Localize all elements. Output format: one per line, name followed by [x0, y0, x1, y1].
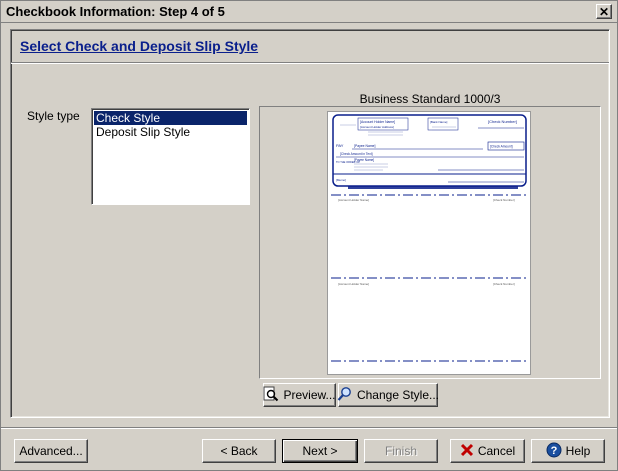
page-heading: Select Check and Deposit Slip Style — [20, 38, 259, 54]
check-payee: [Payee Name] — [354, 144, 376, 148]
check-amount-box: [Check Amount] — [490, 145, 513, 149]
help-question-icon: ? — [546, 442, 562, 461]
micr-line — [348, 186, 518, 189]
stub-left-label: [Account Holder Name] — [338, 198, 369, 202]
checkbook-wizard-window: Checkbook Information: Step 4 of 5 ✕ Sel… — [0, 0, 618, 471]
check-company-name: [Account Holder Name] — [360, 120, 395, 124]
finish-button: Finish — [364, 439, 438, 463]
style-type-listbox[interactable]: Check Style Deposit Slip Style — [91, 108, 250, 205]
check-company-address: [Account Holder Address] — [360, 125, 394, 129]
check-pay-label: PAY — [336, 143, 344, 148]
style-name-caption: Business Standard 1000/3 — [359, 92, 501, 106]
check-preview-page: [Account Holder Name] [Account Holder Ad… — [327, 111, 531, 375]
magnifier-icon — [337, 386, 353, 405]
change-style-button[interactable]: Change Style... — [337, 383, 440, 407]
style-type-label: Style type — [27, 109, 80, 123]
magnifier-page-icon — [263, 386, 279, 405]
title-bar: Checkbook Information: Step 4 of 5 ✕ — [1, 1, 617, 23]
stub2-left-label: [Account Holder Name] — [338, 282, 369, 286]
back-button[interactable]: < Back — [202, 439, 276, 463]
next-button[interactable]: Next > — [282, 439, 358, 463]
check-memo: [Memo] — [336, 178, 346, 182]
cancel-button-label: Cancel — [477, 444, 516, 458]
next-button-label: Next > — [302, 444, 338, 458]
change-style-button-label: Change Style... — [356, 388, 440, 402]
close-icon: ✕ — [598, 4, 610, 19]
advanced-button[interactable]: Advanced... — [14, 439, 88, 463]
svg-text:?: ? — [550, 445, 557, 457]
check-bank-name: [Bank Name] — [430, 120, 448, 124]
preview-button[interactable]: Preview... — [263, 383, 336, 407]
stub2-right-label: [Check Number] — [493, 282, 515, 286]
cancel-button[interactable]: Cancel — [450, 439, 525, 463]
style-option-deposit-slip[interactable]: Deposit Slip Style — [94, 125, 247, 139]
style-option-check[interactable]: Check Style — [94, 111, 247, 125]
stub-right-label: [Check Number] — [493, 198, 515, 202]
check-amount-words: [Check Amount in Text] — [340, 152, 373, 156]
window-title: Checkbook Information: Step 4 of 5 — [6, 4, 225, 19]
help-button-label: Help — [565, 444, 591, 458]
check-payee-block: [Payee Name] — [354, 158, 374, 162]
preview-button-label: Preview... — [283, 388, 336, 402]
cancel-x-icon — [460, 443, 474, 460]
heading-divider — [11, 62, 609, 64]
finish-button-label: Finish — [384, 444, 417, 458]
back-button-label: < Back — [220, 444, 258, 458]
help-button[interactable]: ? Help — [531, 439, 605, 463]
close-button[interactable]: ✕ — [596, 4, 612, 19]
check-number: [Check Number] — [488, 119, 517, 124]
footer-divider — [1, 427, 617, 429]
advanced-button-label: Advanced... — [19, 444, 83, 458]
